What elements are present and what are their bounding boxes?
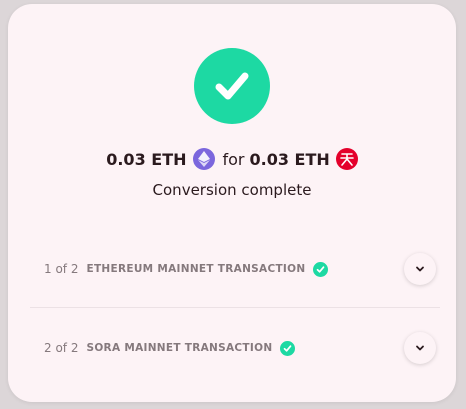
expand-step-2-button[interactable] (404, 332, 436, 364)
success-check-icon (194, 48, 270, 124)
chevron-down-icon (416, 266, 424, 272)
from-amount: 0.03 ETH (106, 149, 187, 169)
ethereum-icon (192, 148, 215, 170)
expand-step-1-button[interactable] (404, 253, 436, 285)
step-divider (30, 307, 440, 308)
conversion-complete-card: 0.03 ETH for 0.03 ETH Conversion complet… (8, 4, 456, 402)
to-amount: 0.03 ETH (249, 149, 330, 169)
step-title: SORA MAINNET TRANSACTION (86, 342, 273, 354)
chevron-down-icon (416, 345, 424, 351)
connector-text: for (222, 149, 245, 169)
step-title: ETHEREUM MAINNET TRANSACTION (86, 263, 306, 275)
sora-icon (335, 148, 358, 170)
step-row-sora: 2 of 2 SORA MAINNET TRANSACTION (30, 328, 440, 368)
step-counter: 2 of 2 (44, 341, 79, 355)
check-circle-icon (280, 340, 296, 356)
step-counter: 1 of 2 (44, 262, 79, 276)
check-circle-icon (313, 261, 329, 277)
conversion-status: Conversion complete (152, 181, 312, 199)
conversion-summary: 0.03 ETH for 0.03 ETH (8, 148, 456, 170)
step-row-ethereum: 1 of 2 ETHEREUM MAINNET TRANSACTION (30, 249, 440, 289)
